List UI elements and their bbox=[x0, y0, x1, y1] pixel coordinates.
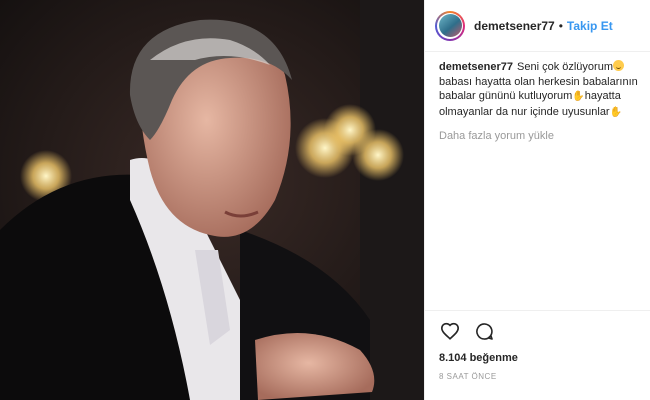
comment-icon[interactable] bbox=[473, 320, 495, 342]
instagram-post: demetsener77 • Takip Et demetsener77 Seni… bbox=[0, 0, 650, 400]
follow-button[interactable]: Takip Et bbox=[567, 19, 613, 33]
caption-username[interactable]: demetsener77 bbox=[439, 61, 513, 73]
folded-hands-emoji: ✋ bbox=[609, 106, 623, 118]
post-photo[interactable] bbox=[0, 0, 424, 400]
avatar-image bbox=[438, 14, 462, 37]
separator-dot: • bbox=[558, 18, 563, 33]
caption: demetsener77 Seni çok özlüyorum babası ha… bbox=[439, 60, 638, 120]
photo-illustration bbox=[0, 0, 424, 400]
avatar-ring bbox=[437, 12, 463, 39]
post-side-panel: demetsener77 • Takip Et demetsener77 Seni… bbox=[424, 0, 650, 400]
smiling-face-emoji bbox=[613, 60, 624, 71]
comments-section: demetsener77 Seni çok özlüyorum babası ha… bbox=[425, 52, 650, 142]
folded-hands-emoji: ✋ bbox=[572, 91, 585, 102]
post-footer: 8.104 beğenme 8 SAAT ÖNCE bbox=[425, 310, 650, 381]
action-bar bbox=[439, 319, 636, 343]
load-more-comments[interactable]: Daha fazla yorum yükle bbox=[439, 130, 638, 142]
post-header: demetsener77 • Takip Et bbox=[425, 0, 650, 52]
caption-text-1: Seni çok özlüyorum bbox=[517, 61, 613, 73]
avatar[interactable] bbox=[435, 10, 465, 41]
post-timestamp[interactable]: 8 SAAT ÖNCE bbox=[439, 372, 636, 381]
heart-icon[interactable] bbox=[439, 320, 461, 342]
username-link[interactable]: demetsener77 bbox=[474, 19, 555, 33]
like-count[interactable]: 8.104 beğenme bbox=[439, 352, 636, 364]
